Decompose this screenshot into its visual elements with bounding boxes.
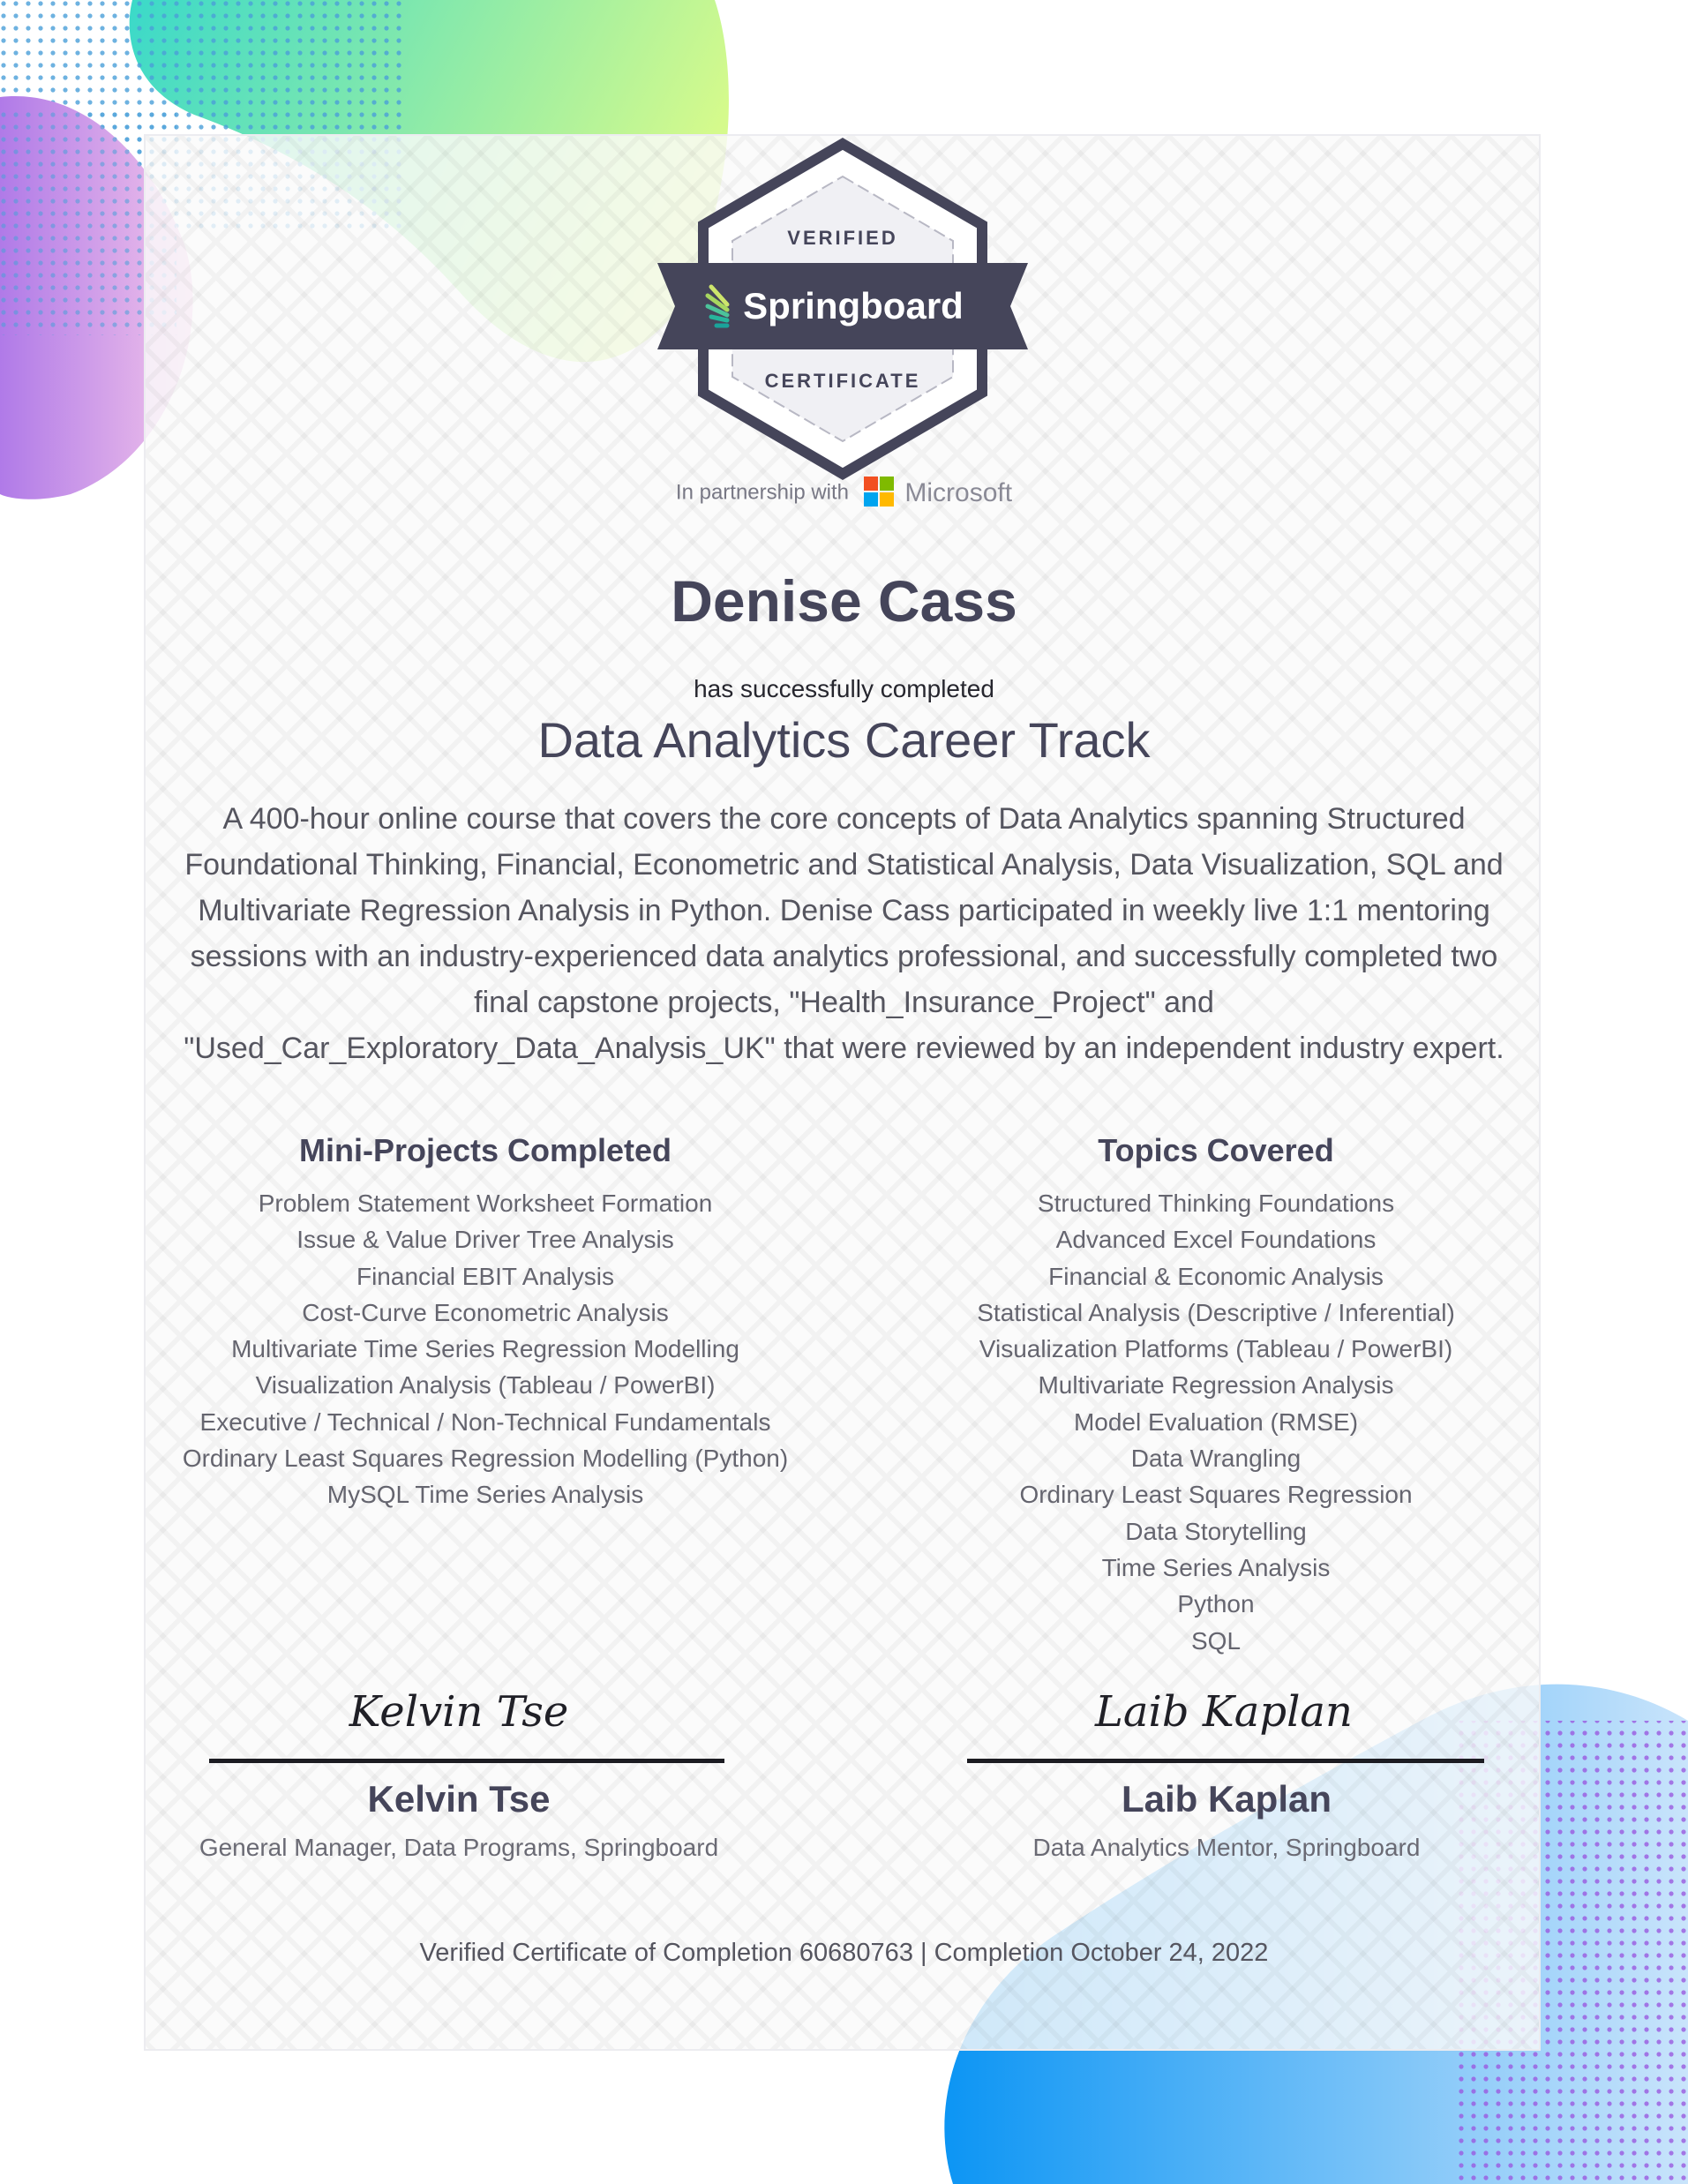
- topics-heading: Topics Covered: [1098, 1132, 1334, 1168]
- course-title: Data Analytics Career Track: [537, 712, 1151, 768]
- completion-phrase: has successfully completed: [694, 675, 994, 702]
- list-item: Data Storytelling: [1125, 1517, 1307, 1545]
- list-item: MySQL Time Series Analysis: [326, 1481, 644, 1509]
- certificate-footer: Verified Certificate of Completion 60680…: [419, 1939, 1269, 1967]
- partnership-label: In partnership with: [675, 480, 850, 505]
- mini-projects-list: Problem Statement Worksheet Formation Is…: [176, 1185, 794, 1513]
- list-item: Problem Statement Worksheet Formation: [258, 1190, 713, 1217]
- course-description: A 400-hour online course that covers the…: [184, 802, 1504, 1065]
- partner-name: Microsoft: [904, 478, 1013, 507]
- list-item: Data Wrangling: [1130, 1445, 1302, 1473]
- list-item: Visualization Platforms (Tableau / Power…: [979, 1335, 1453, 1363]
- recipient-name: Denise Cass: [671, 568, 1017, 634]
- list-item: Ordinary Least Squares Regression: [1019, 1481, 1413, 1509]
- signatory-role: General Manager, Data Programs, Springbo…: [199, 1834, 719, 1861]
- signature-line: [967, 1759, 1484, 1763]
- microsoft-logo-icon: [863, 477, 894, 507]
- list-item: Ordinary Least Squares Regression Modell…: [182, 1445, 789, 1473]
- list-item: Cost-Curve Econometric Analysis: [302, 1298, 669, 1326]
- list-item: Advanced Excel Foundations: [1055, 1226, 1377, 1254]
- list-item: Issue & Value Driver Tree Analysis: [296, 1226, 674, 1254]
- partnership-line: In partnership with Microsoft: [0, 477, 1688, 508]
- signatory-name: Kelvin Tse: [367, 1778, 551, 1820]
- badge-top-text: VERIFIED: [787, 227, 897, 249]
- list-item: Multivariate Regression Analysis: [1038, 1371, 1394, 1400]
- signature-kelvin-tse: Kelvin Tse: [349, 1687, 569, 1737]
- list-item: Financial & Economic Analysis: [1048, 1262, 1384, 1290]
- list-item: SQL: [1190, 1626, 1242, 1655]
- list-item: Model Evaluation (RMSE): [1073, 1407, 1359, 1436]
- badge-brand: Springboard: [743, 285, 964, 326]
- badge-bottom-text: CERTIFICATE: [765, 370, 921, 392]
- list-item: Executive / Technical / Non-Technical Fu…: [199, 1407, 771, 1436]
- signatory-role: Data Analytics Mentor, Springboard: [1032, 1834, 1421, 1861]
- list-item: Time Series Analysis: [1101, 1553, 1331, 1581]
- signature-laib-kaplan: Laib Kaplan: [1095, 1687, 1353, 1737]
- list-item: Financial EBIT Analysis: [356, 1262, 615, 1290]
- list-item: Python: [1177, 1590, 1255, 1618]
- list-item: Multivariate Time Series Regression Mode…: [231, 1335, 739, 1363]
- list-item: Visualization Analysis (Tableau / PowerB…: [255, 1371, 716, 1400]
- list-item: Statistical Analysis (Descriptive / Infe…: [977, 1298, 1455, 1326]
- topics-list: Structured Thinking Foundations Advanced…: [907, 1185, 1525, 1659]
- mini-projects-heading: Mini-Projects Completed: [298, 1132, 672, 1168]
- signature-line: [209, 1759, 724, 1763]
- list-item: Structured Thinking Foundations: [1037, 1190, 1395, 1217]
- signatory-name: Laib Kaplan: [1121, 1778, 1332, 1820]
- springboard-badge: VERIFIED Springboard CERTIFICATE: [657, 138, 1028, 480]
